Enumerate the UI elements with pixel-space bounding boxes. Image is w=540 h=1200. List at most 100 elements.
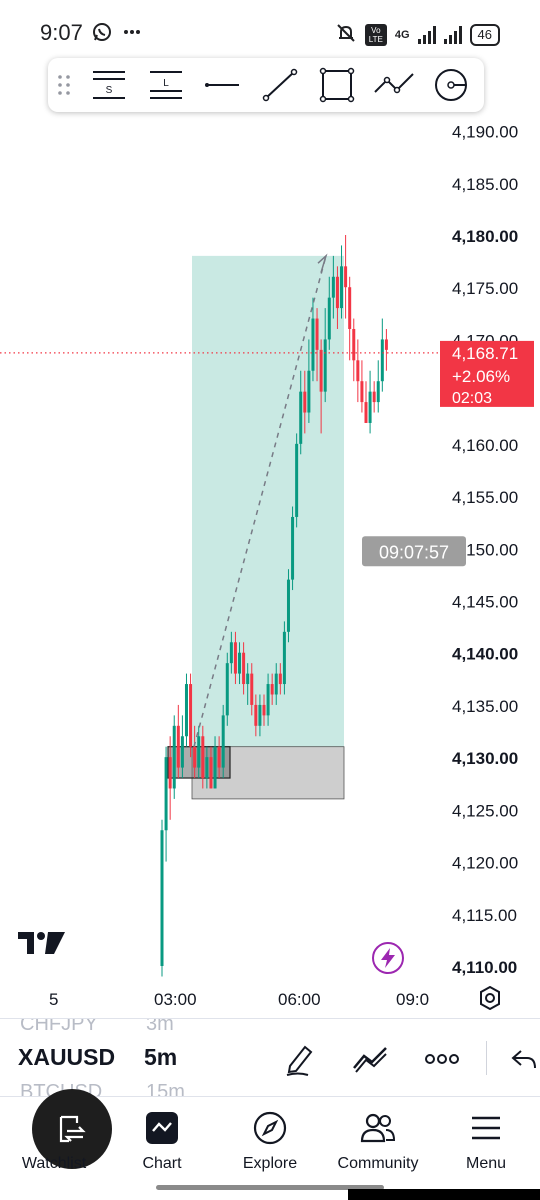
- candle-up: [274, 673, 278, 695]
- candle-down: [250, 673, 254, 705]
- circle-tool[interactable]: [422, 58, 479, 112]
- undo-button[interactable]: [506, 1041, 540, 1077]
- candle-down: [270, 684, 274, 695]
- candle-up: [331, 276, 335, 298]
- price-axis-label: 4,120.00: [452, 854, 518, 873]
- mute-icon: [335, 22, 357, 47]
- battery-indicator: 46: [469, 23, 500, 46]
- candle-down: [315, 318, 319, 350]
- candle-up: [282, 631, 286, 685]
- target-zone: [192, 255, 344, 747]
- price-axis-label: 4,130.00: [452, 749, 518, 768]
- prev-symbol[interactable]: CHFJPY: [20, 1019, 98, 1036]
- chart-area[interactable]: 4,195.004,190.004,185.004,180.004,175.00…: [0, 112, 540, 984]
- candle-down: [360, 381, 364, 403]
- more-options-button[interactable]: [424, 1041, 460, 1077]
- chart-settings-icon[interactable]: [478, 986, 502, 1010]
- price-tag-change: +2.06%: [452, 367, 510, 386]
- price-chart[interactable]: 4,195.004,190.004,185.004,180.004,175.00…: [0, 112, 540, 984]
- interval-selector[interactable]: 5m: [144, 1044, 177, 1071]
- nav-menu[interactable]: Menu: [446, 1097, 526, 1177]
- nav-watchlist[interactable]: Watchlist: [12, 1097, 96, 1177]
- short-position-icon: S: [92, 71, 125, 99]
- nav-explore[interactable]: Explore: [230, 1097, 310, 1177]
- price-axis-label: 4,185.00: [452, 175, 518, 194]
- prev-interval[interactable]: 3m: [146, 1019, 174, 1036]
- rectangle-tool[interactable]: [308, 58, 365, 112]
- chart-icon: [146, 1111, 178, 1145]
- candle-down: [384, 339, 388, 350]
- drawing-toolbar: S L: [48, 58, 484, 112]
- candle-down: [344, 266, 348, 288]
- community-icon: [360, 1111, 396, 1145]
- candle-down: [254, 704, 258, 726]
- status-bar: 9:07 Vo LTE 4G 46: [0, 0, 540, 66]
- signal-strength-icon-2: [443, 25, 462, 44]
- price-axis-label: 4,125.00: [452, 801, 518, 820]
- svg-text:L: L: [163, 78, 169, 89]
- candle-down: [168, 757, 172, 789]
- tradingview-logo-icon: [18, 928, 66, 965]
- candle-up: [376, 381, 380, 403]
- candle-up: [266, 684, 270, 716]
- nav-community[interactable]: Community: [330, 1097, 426, 1177]
- last-price-tag: 4,168.71 +2.06% 02:03: [440, 340, 534, 407]
- candle-up: [307, 370, 311, 413]
- price-axis-label: 4,175.00: [452, 279, 518, 298]
- nav-chart-label: Chart: [142, 1155, 182, 1172]
- price-tag-countdown: 02:03: [452, 390, 492, 407]
- nav-explore-label: Explore: [242, 1155, 298, 1172]
- candle-down: [303, 391, 307, 413]
- volte-badge: Vo LTE: [364, 23, 387, 46]
- time-axis[interactable]: 5 03:00 06:00 09:0: [0, 984, 540, 1016]
- indicators-button[interactable]: [352, 1041, 388, 1077]
- drawing-pen-button[interactable]: [282, 1041, 318, 1077]
- candle-up: [180, 736, 184, 768]
- bottom-navigation: Watchlist Chart Explore Community Menu: [0, 1089, 540, 1200]
- candle-up: [246, 673, 250, 685]
- candle-down: [356, 360, 360, 382]
- nav-chart[interactable]: Chart: [122, 1097, 202, 1177]
- long-position-tool[interactable]: L: [137, 58, 194, 112]
- screen-edge: [348, 1189, 540, 1200]
- rectangle-icon: [319, 67, 354, 103]
- time-axis-label: 5: [49, 990, 59, 1009]
- price-axis-label: 4,190.00: [452, 123, 518, 142]
- symbol-selector[interactable]: XAUUSD: [18, 1044, 115, 1071]
- path-tool[interactable]: [365, 58, 422, 112]
- toolbar-drag-handle[interactable]: [48, 58, 80, 112]
- candle-down: [335, 276, 339, 309]
- crosshair-time-text: 09:07:57: [379, 542, 449, 562]
- more-notifications-icon: [122, 22, 142, 47]
- short-position-tool[interactable]: S: [80, 58, 137, 112]
- trend-line-tool[interactable]: [251, 58, 308, 112]
- candle-down: [189, 684, 193, 747]
- candle-up: [327, 297, 331, 340]
- candle-down: [262, 704, 266, 716]
- candle-down: [233, 642, 237, 674]
- status-system-icons: Vo LTE 4G 46: [335, 22, 500, 47]
- circle-icon: [434, 69, 467, 101]
- horizontal-line-icon: [204, 83, 239, 87]
- candle-up: [368, 391, 372, 423]
- candle-down: [217, 746, 221, 768]
- price-axis-label: 4,115.00: [452, 906, 517, 925]
- candle-up: [205, 757, 209, 779]
- horizontal-line-tool[interactable]: [194, 58, 251, 112]
- signal-strength-icon: [417, 25, 436, 44]
- price-axis-label: 4,140.00: [452, 645, 518, 664]
- candle-down: [372, 391, 376, 403]
- candle-up: [295, 443, 299, 517]
- flash-icon[interactable]: [372, 942, 404, 974]
- price-tag-price: 4,168.71: [452, 344, 518, 363]
- price-axis-label: 4,135.00: [452, 697, 518, 716]
- candle-up: [172, 725, 176, 789]
- price-axis-label: 4,160.00: [452, 436, 518, 455]
- price-axis-label: 4,145.00: [452, 593, 518, 612]
- candle-up: [238, 652, 242, 674]
- candle-down: [278, 673, 282, 685]
- pen-icon: [286, 1045, 313, 1076]
- symbol-bar: CHFJPY 3m XAUUSD 5m BTCUSD 15m: [0, 1018, 540, 1096]
- time-axis-label: 09:0: [396, 990, 430, 1009]
- next-interval[interactable]: 15m: [146, 1081, 185, 1096]
